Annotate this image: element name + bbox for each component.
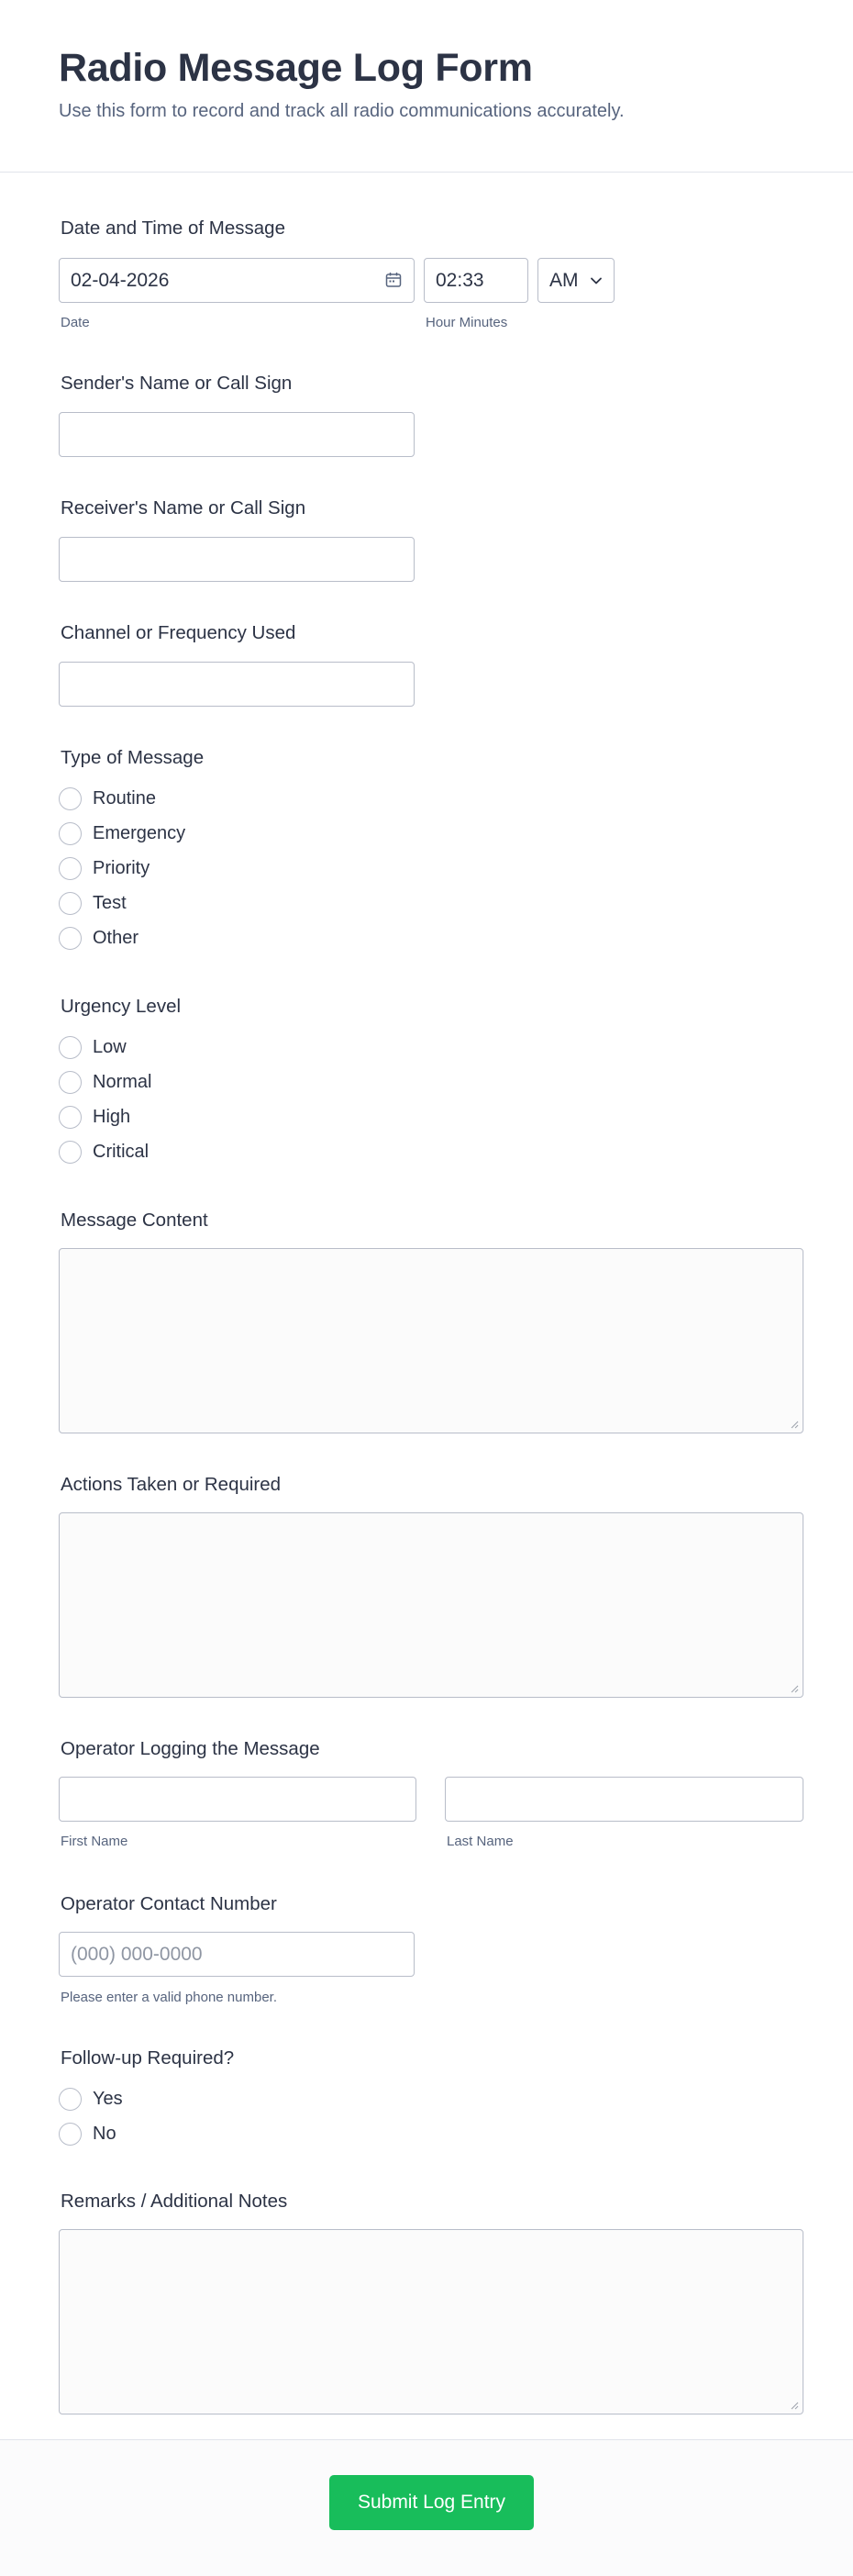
radio-label: Low [93,1036,127,1057]
radio-circle[interactable] [59,1105,82,1129]
resize-grip-icon[interactable] [790,2401,799,2410]
radio-option-other[interactable]: Other [59,925,138,951]
radio-circle[interactable] [59,926,82,950]
message-content-textarea[interactable] [59,1248,803,1433]
radio-option-test[interactable]: Test [59,890,127,916]
time-input[interactable]: 02:33 [424,258,528,303]
sender-input[interactable] [59,412,415,457]
resize-grip-icon[interactable] [790,1684,799,1693]
sender-label: Sender's Name or Call Sign [61,373,293,394]
contact-label: Operator Contact Number [61,1893,277,1914]
radio-circle[interactable] [59,1140,82,1164]
radio-circle[interactable] [59,821,82,845]
radio-label: Test [93,892,127,913]
last-name-sublabel: Last Name [447,1834,514,1849]
remarks-label: Remarks / Additional Notes [61,2191,288,2212]
ampm-value: AM [549,269,579,291]
radio-option-emergency[interactable]: Emergency [59,820,185,846]
radio-option-yes[interactable]: Yes [59,2086,123,2112]
radio-label: No [93,2123,116,2144]
radio-label: Other [93,927,139,948]
remarks-textarea[interactable] [59,2229,803,2414]
radio-circle[interactable] [59,2122,82,2146]
receiver-input[interactable] [59,537,415,582]
message-type-label: Type of Message [61,747,205,768]
radio-circle[interactable] [59,891,82,915]
first-name-sublabel: First Name [61,1834,128,1849]
receiver-label: Receiver's Name or Call Sign [61,497,306,519]
radio-option-no[interactable]: No [59,2121,116,2147]
radio-option-critical[interactable]: Critical [59,1139,149,1165]
last-name-input[interactable] [445,1777,803,1822]
radio-option-routine[interactable]: Routine [59,786,156,811]
form-header: Radio Message Log Form Use this form to … [0,0,853,173]
radio-label: Critical [93,1141,150,1162]
message-content-label: Message Content [61,1210,208,1231]
calendar-icon[interactable] [384,271,403,289]
radio-label: Normal [93,1071,152,1092]
date-sublabel: Date [61,315,90,330]
chevron-down-icon [591,277,602,284]
time-sublabel: Hour Minutes [426,315,508,330]
actions-label: Actions Taken or Required [61,1474,282,1495]
radio-circle[interactable] [59,1070,82,1094]
phone-input[interactable] [59,1932,415,1977]
radio-label: Yes [93,2088,123,2109]
page-subtitle: Use this form to record and track all ra… [59,101,625,121]
radio-option-high[interactable]: High [59,1104,130,1130]
actions-textarea[interactable] [59,1512,803,1698]
time-value: 02:33 [436,269,484,291]
radio-label: Priority [93,857,150,878]
radio-label: Routine [93,787,156,808]
radio-circle[interactable] [59,856,82,880]
followup-label: Follow-up Required? [61,2047,235,2069]
urgency-label: Urgency Level [61,996,182,1017]
date-time-label: Date and Time of Message [61,217,285,239]
resize-grip-icon[interactable] [790,1420,799,1429]
ampm-select[interactable]: AM [537,258,615,303]
radio-option-priority[interactable]: Priority [59,855,150,881]
radio-option-low[interactable]: Low [59,1034,127,1060]
channel-input[interactable] [59,662,415,707]
first-name-input[interactable] [59,1777,416,1822]
channel-label: Channel or Frequency Used [61,622,296,643]
page-title: Radio Message Log Form [59,46,533,90]
date-value: 02-04-2026 [71,269,170,291]
radio-label: Emergency [93,822,186,843]
radio-label: High [93,1106,131,1127]
radio-circle[interactable] [59,786,82,810]
phone-hint: Please enter a valid phone number. [61,1990,277,2005]
date-input[interactable]: 02-04-2026 [59,258,415,303]
radio-option-normal[interactable]: Normal [59,1069,151,1095]
form-footer: Submit Log Entry [0,2439,853,2576]
operator-label: Operator Logging the Message [61,1738,320,1759]
radio-circle[interactable] [59,2087,82,2111]
radio-circle[interactable] [59,1035,82,1059]
submit-button[interactable]: Submit Log Entry [329,2475,534,2530]
